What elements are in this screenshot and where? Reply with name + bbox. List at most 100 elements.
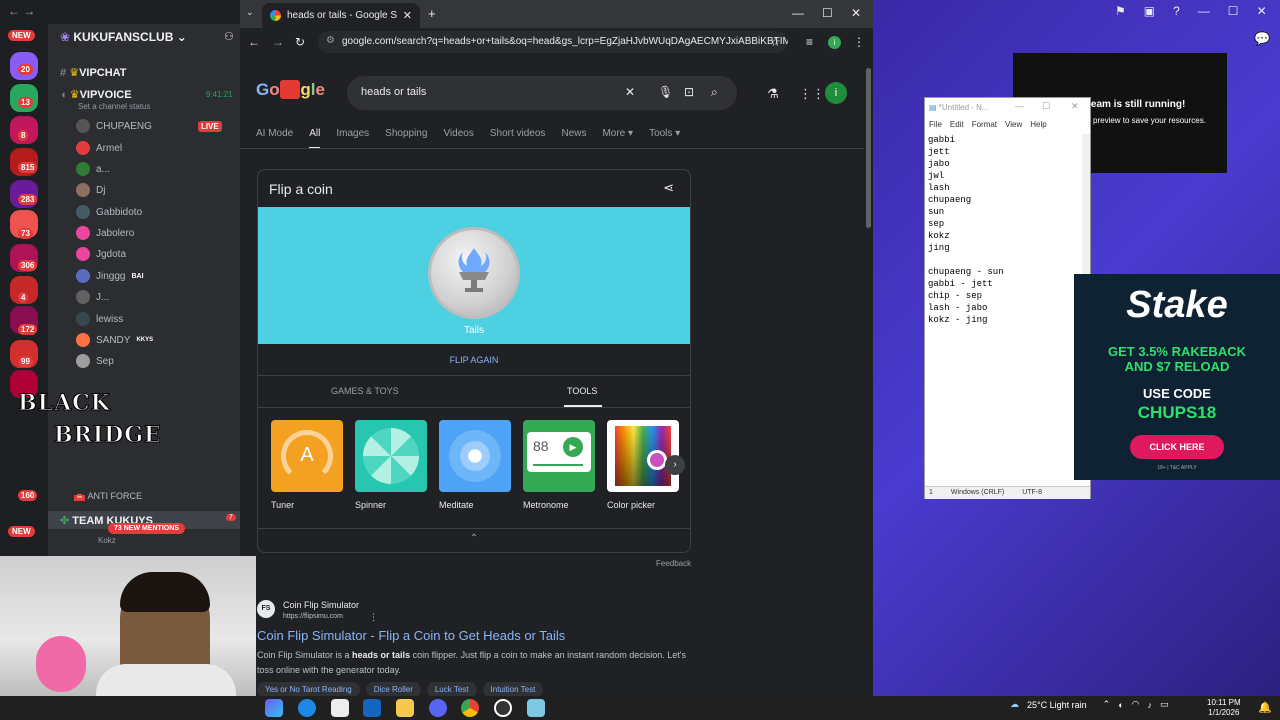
- voice-member[interactable]: a...: [76, 160, 110, 178]
- tab-games-toys[interactable]: GAMES & TOYS: [331, 386, 399, 396]
- tab-ai-mode[interactable]: AI Mode: [256, 128, 293, 149]
- battery-icon[interactable]: ▭: [1160, 699, 1169, 710]
- outlook-icon[interactable]: [363, 699, 381, 717]
- close-button[interactable]: ✕: [1257, 4, 1267, 18]
- voice-member[interactable]: CHUPAENG LIVE: [76, 117, 222, 135]
- channel-vipchat[interactable]: # ♛VIPCHAT: [60, 66, 127, 79]
- weather-text[interactable]: 25°C Light rain: [1027, 700, 1087, 710]
- close-tab-icon[interactable]: ✕: [403, 9, 412, 22]
- menu-edit[interactable]: Edit: [950, 120, 964, 129]
- capture-icon[interactable]: ▣: [1144, 4, 1155, 18]
- voice-member[interactable]: Gabbidoto: [76, 203, 142, 221]
- taskbar-clock[interactable]: 10:11 PM 1/1/2026: [1207, 698, 1241, 718]
- profile-avatar[interactable]: i: [828, 36, 841, 49]
- network-icon[interactable]: ◠: [1132, 699, 1140, 710]
- minimize-button[interactable]: —: [792, 6, 804, 20]
- sitelink[interactable]: Yes or No Tarot Reading: [257, 682, 360, 696]
- search-icon[interactable]: ⌕: [711, 85, 718, 100]
- maximize-button[interactable]: ☐: [1042, 101, 1050, 112]
- file-explorer-icon[interactable]: [396, 699, 414, 717]
- flip-again-button[interactable]: FLIP AGAIN: [258, 355, 690, 365]
- tool-tuner[interactable]: A Tuner: [271, 420, 343, 510]
- menu-view[interactable]: View: [1005, 120, 1022, 129]
- sitelink[interactable]: Intuition Test: [482, 682, 544, 696]
- reload-button[interactable]: ↻: [295, 35, 305, 49]
- voice-member[interactable]: Jgdota: [76, 245, 126, 263]
- tab-videos[interactable]: Videos: [443, 128, 473, 149]
- page-scrollbar[interactable]: [864, 58, 873, 692]
- bookmark-star-icon[interactable]: ☆: [770, 35, 781, 49]
- tool-metronome[interactable]: 88 ▶ Metronome: [523, 420, 595, 510]
- clear-search-icon[interactable]: ✕: [625, 85, 635, 99]
- labs-flask-icon[interactable]: ⚗: [767, 86, 779, 102]
- discord-icon[interactable]: [429, 699, 447, 717]
- help-icon[interactable]: ?: [1173, 4, 1180, 18]
- channel-vipvoice[interactable]: ◖ ♛VIPVOICE: [60, 88, 132, 101]
- maximize-button[interactable]: ☐: [822, 6, 833, 20]
- tab-more[interactable]: More ▾: [602, 128, 633, 149]
- chevron-up-icon[interactable]: ⌃: [1103, 699, 1111, 710]
- new-tab-button[interactable]: +: [428, 6, 436, 21]
- more-options-icon[interactable]: ⋮: [369, 612, 378, 623]
- chat-bubble-icon[interactable]: 💬: [1254, 31, 1270, 47]
- voice-member[interactable]: J...: [76, 288, 109, 306]
- tab-tools[interactable]: Tools ▾: [649, 128, 680, 149]
- scroll-right-button[interactable]: ›: [665, 455, 685, 475]
- back-button[interactable]: ←: [248, 35, 260, 49]
- media-controls-icon[interactable]: ≡: [806, 35, 813, 49]
- tab-short-videos[interactable]: Short videos: [490, 128, 546, 149]
- store-icon[interactable]: [331, 699, 349, 717]
- menu-help[interactable]: Help: [1030, 120, 1046, 129]
- minimize-button[interactable]: —: [1015, 101, 1024, 111]
- flag-icon[interactable]: ⚑: [1115, 4, 1126, 18]
- discord-nav-arrows[interactable]: ← →: [0, 0, 240, 22]
- lens-icon[interactable]: ⊡: [684, 85, 694, 99]
- notepad-textarea[interactable]: gabbi jett jabo jwl lash chupaeng sun se…: [928, 134, 1078, 326]
- tool-spinner[interactable]: Spinner: [355, 420, 427, 510]
- sitelink[interactable]: Luck Test: [426, 682, 477, 696]
- close-window-button[interactable]: ✕: [851, 6, 861, 20]
- voice-member[interactable]: Armel: [76, 139, 122, 157]
- chrome-menu-icon[interactable]: ⋮: [853, 35, 865, 49]
- copilot-icon[interactable]: [265, 699, 283, 717]
- tab-shopping[interactable]: Shopping: [385, 128, 427, 149]
- notepad-icon[interactable]: [527, 699, 545, 717]
- apps-grid-icon[interactable]: ⋮⋮: [799, 86, 825, 102]
- tool-meditate[interactable]: Meditate: [439, 420, 511, 510]
- sitelink[interactable]: Dice Roller: [365, 682, 421, 696]
- coin[interactable]: [428, 227, 520, 319]
- voice-member[interactable]: Jinggg BAI: [76, 267, 144, 285]
- voice-member[interactable]: Sep: [76, 352, 114, 370]
- site-info-icon[interactable]: ⚙: [326, 35, 335, 46]
- maximize-button[interactable]: ☐: [1228, 4, 1239, 18]
- minimize-button[interactable]: —: [1198, 4, 1210, 18]
- tab-images[interactable]: Images: [336, 128, 369, 149]
- result-title-link[interactable]: Coin Flip Simulator - Flip a Coin to Get…: [257, 628, 565, 643]
- address-bar[interactable]: ⚙ google.com/search?q=heads+or+tails&oq=…: [318, 31, 788, 53]
- result-url[interactable]: https://flipsimu.com: [283, 613, 343, 620]
- edge-icon[interactable]: [298, 699, 316, 717]
- voice-member[interactable]: SANDY KKYS: [76, 331, 153, 349]
- chrome-icon[interactable]: [461, 699, 479, 717]
- volume-icon[interactable]: ♪: [1147, 700, 1152, 710]
- collapse-chevron-icon[interactable]: ⌃: [258, 533, 690, 544]
- voice-member[interactable]: Jabolero: [76, 224, 134, 242]
- voice-member[interactable]: lewiss: [76, 310, 123, 328]
- new-mentions-pill[interactable]: 73 NEW MENTIONS: [108, 523, 185, 534]
- close-button[interactable]: ✕: [1071, 101, 1079, 112]
- tab-search-icon[interactable]: ⌄: [246, 7, 254, 18]
- tab-news[interactable]: News: [561, 128, 586, 149]
- tab-all[interactable]: All: [309, 128, 321, 149]
- result-site-name[interactable]: Coin Flip Simulator: [283, 600, 359, 610]
- share-icon[interactable]: ⋖: [663, 180, 674, 196]
- feedback-link[interactable]: Feedback: [656, 559, 691, 568]
- tray-app-icon[interactable]: ◐: [1118, 700, 1123, 710]
- forward-button[interactable]: →: [272, 35, 284, 49]
- scrollbar-thumb[interactable]: [866, 68, 871, 228]
- voice-search-icon[interactable]: 🎙: [658, 85, 673, 99]
- tab-tools-category[interactable]: TOOLS: [567, 386, 597, 396]
- google-doodle-logo[interactable]: Gooogle: [256, 80, 325, 100]
- search-box[interactable]: heads or tails ✕ 🎙 ⊡ ⌕: [347, 76, 737, 110]
- search-query[interactable]: heads or tails: [361, 86, 426, 98]
- browser-tab[interactable]: heads or tails - Google Search ✕: [262, 3, 420, 28]
